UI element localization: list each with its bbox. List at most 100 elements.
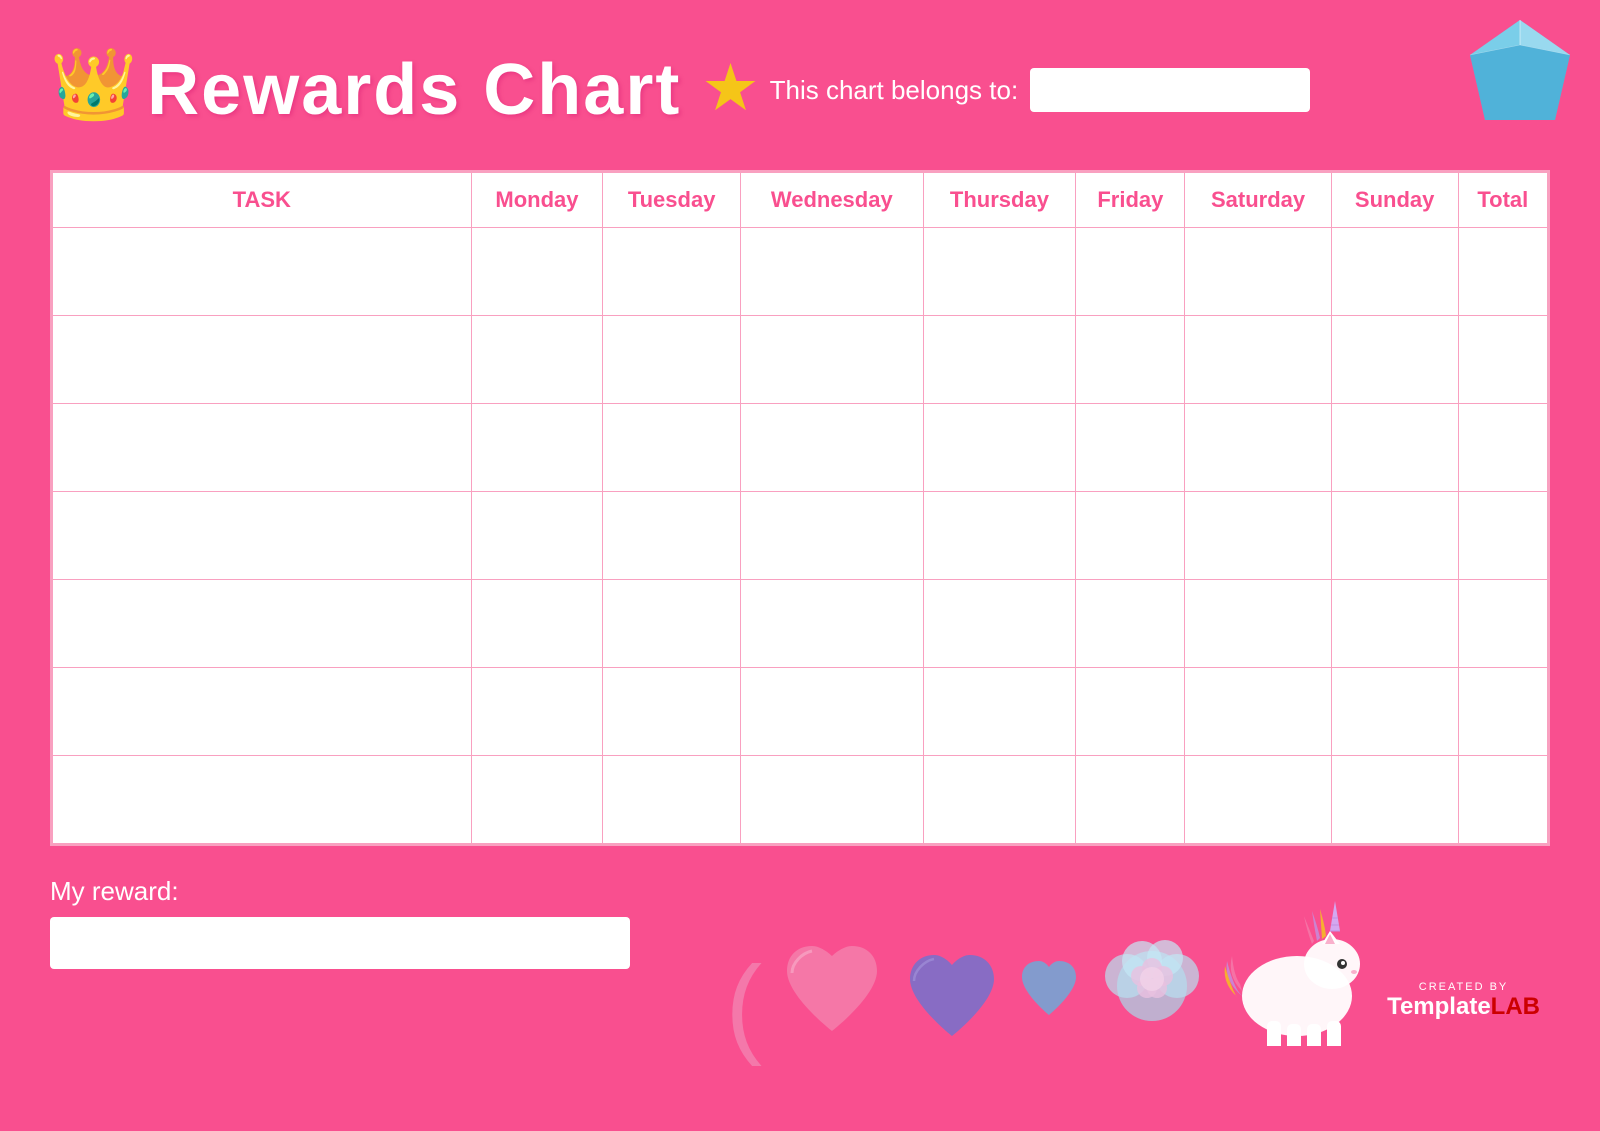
- tue-cell-2[interactable]: [603, 316, 741, 404]
- wed-cell-4[interactable]: [740, 492, 923, 580]
- wed-cell-3[interactable]: [740, 404, 923, 492]
- diamond-icon: [1460, 15, 1580, 135]
- tot-cell-5[interactable]: [1458, 580, 1547, 668]
- table-row: [53, 316, 1548, 404]
- col-tuesday: Tuesday: [603, 173, 741, 228]
- thu-cell-3[interactable]: [923, 404, 1076, 492]
- tue-cell-5[interactable]: [603, 580, 741, 668]
- star-icon: ★: [701, 55, 759, 120]
- wed-cell-7[interactable]: [740, 756, 923, 844]
- name-input-box[interactable]: [1030, 68, 1310, 112]
- task-cell-5[interactable]: [53, 580, 472, 668]
- task-cell-7[interactable]: [53, 756, 472, 844]
- sat-cell-2[interactable]: [1185, 316, 1331, 404]
- header: 👑 Rewards Chart ★ This chart belongs to:: [50, 30, 1550, 150]
- tot-cell-6[interactable]: [1458, 668, 1547, 756]
- thu-cell-6[interactable]: [923, 668, 1076, 756]
- mon-cell-6[interactable]: [471, 668, 603, 756]
- sun-cell-1[interactable]: [1331, 228, 1458, 316]
- sat-cell-5[interactable]: [1185, 580, 1331, 668]
- sun-cell-3[interactable]: [1331, 404, 1458, 492]
- col-task: TASK: [53, 173, 472, 228]
- tot-cell-1[interactable]: [1458, 228, 1547, 316]
- mon-cell-4[interactable]: [471, 492, 603, 580]
- col-wednesday: Wednesday: [740, 173, 923, 228]
- mon-cell-2[interactable]: [471, 316, 603, 404]
- sun-cell-7[interactable]: [1331, 756, 1458, 844]
- table-row: [53, 756, 1548, 844]
- wed-cell-1[interactable]: [740, 228, 923, 316]
- fri-cell-3[interactable]: [1076, 404, 1185, 492]
- task-cell-2[interactable]: [53, 316, 472, 404]
- sun-cell-4[interactable]: [1331, 492, 1458, 580]
- fri-cell-1[interactable]: [1076, 228, 1185, 316]
- reward-label: My reward:: [50, 876, 725, 907]
- created-by-label: CREATED BY: [1419, 981, 1508, 993]
- col-sunday: Sunday: [1331, 173, 1458, 228]
- col-friday: Friday: [1076, 173, 1185, 228]
- thu-cell-1[interactable]: [923, 228, 1076, 316]
- sun-cell-2[interactable]: [1331, 316, 1458, 404]
- wed-cell-2[interactable]: [740, 316, 923, 404]
- rewards-table: TASK Monday Tuesday Wednesday Thursday F…: [52, 172, 1548, 844]
- col-total: Total: [1458, 173, 1547, 228]
- mon-cell-1[interactable]: [471, 228, 603, 316]
- bottom-section: My reward: (: [50, 876, 1550, 1046]
- col-monday: Monday: [471, 173, 603, 228]
- mon-cell-5[interactable]: [471, 580, 603, 668]
- brand-lab: LAB: [1491, 993, 1540, 1021]
- branding-section: CREATED BY Template LAB: [1387, 981, 1540, 1021]
- sat-cell-1[interactable]: [1185, 228, 1331, 316]
- tue-cell-7[interactable]: [603, 756, 741, 844]
- mon-cell-7[interactable]: [471, 756, 603, 844]
- unicorn-icon: [1222, 876, 1372, 1046]
- reward-input-box[interactable]: [50, 917, 630, 969]
- fri-cell-7[interactable]: [1076, 756, 1185, 844]
- tot-cell-7[interactable]: [1458, 756, 1547, 844]
- brand-template: Template: [1387, 993, 1491, 1021]
- sat-cell-4[interactable]: [1185, 492, 1331, 580]
- sun-cell-5[interactable]: [1331, 580, 1458, 668]
- mon-cell-3[interactable]: [471, 404, 603, 492]
- sat-cell-6[interactable]: [1185, 668, 1331, 756]
- table-row: [53, 404, 1548, 492]
- task-cell-1[interactable]: [53, 228, 472, 316]
- tue-cell-4[interactable]: [603, 492, 741, 580]
- task-cell-3[interactable]: [53, 404, 472, 492]
- crown-icon: 👑: [50, 44, 137, 126]
- thu-cell-4[interactable]: [923, 492, 1076, 580]
- pink-heart-icon: [777, 941, 887, 1046]
- belongs-to-section: This chart belongs to:: [770, 68, 1311, 112]
- tot-cell-3[interactable]: [1458, 404, 1547, 492]
- page-title: Rewards Chart: [147, 49, 681, 131]
- table-row: [53, 492, 1548, 580]
- sun-cell-6[interactable]: [1331, 668, 1458, 756]
- fri-cell-5[interactable]: [1076, 580, 1185, 668]
- rewards-table-container: TASK Monday Tuesday Wednesday Thursday F…: [50, 170, 1550, 846]
- sat-cell-3[interactable]: [1185, 404, 1331, 492]
- table-row: [53, 580, 1548, 668]
- tot-cell-4[interactable]: [1458, 492, 1547, 580]
- reward-section: My reward:: [50, 876, 725, 969]
- fri-cell-6[interactable]: [1076, 668, 1185, 756]
- task-cell-4[interactable]: [53, 492, 472, 580]
- wed-cell-5[interactable]: [740, 580, 923, 668]
- belongs-label: This chart belongs to:: [770, 75, 1019, 106]
- blue-heart-icon: [1017, 959, 1082, 1021]
- tot-cell-2[interactable]: [1458, 316, 1547, 404]
- sat-cell-7[interactable]: [1185, 756, 1331, 844]
- tue-cell-1[interactable]: [603, 228, 741, 316]
- fri-cell-2[interactable]: [1076, 316, 1185, 404]
- wed-cell-6[interactable]: [740, 668, 923, 756]
- bracket-decoration: (: [725, 951, 762, 1061]
- tue-cell-3[interactable]: [603, 404, 741, 492]
- thu-cell-2[interactable]: [923, 316, 1076, 404]
- thu-cell-7[interactable]: [923, 756, 1076, 844]
- tue-cell-6[interactable]: [603, 668, 741, 756]
- decorations-area: (: [725, 876, 1550, 1046]
- thu-cell-5[interactable]: [923, 580, 1076, 668]
- fri-cell-4[interactable]: [1076, 492, 1185, 580]
- purple-heart-icon: [902, 951, 1002, 1046]
- task-cell-6[interactable]: [53, 668, 472, 756]
- table-row: [53, 668, 1548, 756]
